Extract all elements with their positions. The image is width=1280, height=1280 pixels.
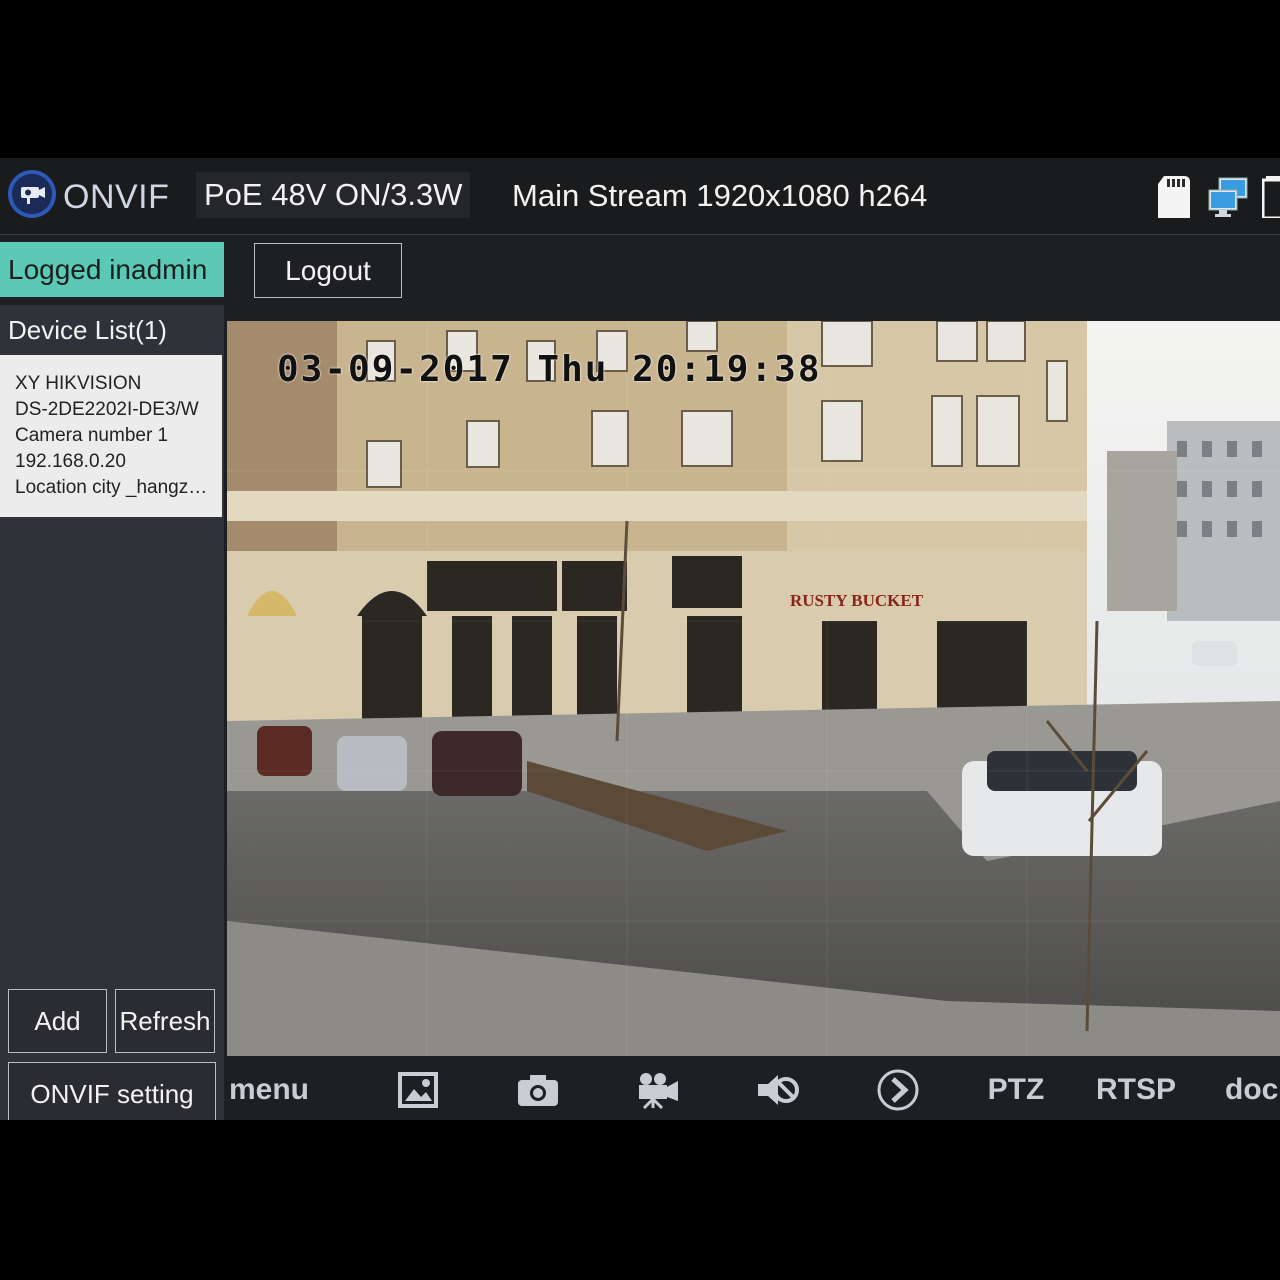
image-icon	[398, 1071, 438, 1108]
ptz-button[interactable]: PTZ	[983, 1059, 1049, 1120]
camera-video-feed[interactable]: RUSTY BUCKET 03-09-2017 Thu 20:19:38	[227, 321, 1280, 1056]
refresh-button[interactable]: Refresh	[115, 989, 215, 1053]
osd-timestamp: 03-09-2017 Thu 20:19:38	[277, 349, 822, 390]
device-ip: 192.168.0.20	[15, 451, 126, 472]
doc-button[interactable]: doc	[1225, 1059, 1280, 1120]
device-list-item[interactable]: XY HIKVISION DS-2DE2202I-DE3/W Camera nu…	[0, 355, 222, 517]
device-model: DS-2DE2202I-DE3/W	[15, 399, 199, 420]
image-button[interactable]	[393, 1059, 443, 1120]
network-icon[interactable]	[1207, 176, 1249, 218]
menu-button[interactable]: menu	[227, 1059, 311, 1120]
add-device-button[interactable]: Add	[8, 989, 107, 1053]
record-button[interactable]	[633, 1059, 683, 1120]
device-list-title: Device List(1)	[8, 315, 167, 345]
mute-icon	[758, 1074, 799, 1105]
device-camera-number: Camera number 1	[15, 425, 169, 446]
rusty-bucket-sign: RUSTY BUCKET	[790, 591, 924, 610]
poe-status: PoE 48V ON/3.3W	[196, 172, 471, 218]
app-name: ONVIF	[63, 178, 170, 216]
rtsp-button[interactable]: RTSP	[1096, 1059, 1177, 1120]
play-button[interactable]	[873, 1059, 923, 1120]
bottom-toolbar: menu PTZ RTSP doc	[227, 1059, 1280, 1120]
device-manufacturer: XY HIKVISION	[15, 373, 142, 394]
ptz-label: PTZ	[987, 1072, 1045, 1106]
menu-label: menu	[228, 1072, 309, 1106]
audio-button[interactable]	[753, 1059, 803, 1120]
sidebar: Device List(1) XY HIKVISION DS-2DE2202I-…	[0, 305, 224, 1120]
battery-icon	[1262, 176, 1280, 218]
camera-logo-icon	[8, 170, 56, 218]
street-scene-image: RUSTY BUCKET	[227, 321, 1280, 1056]
video-camera-icon	[639, 1072, 678, 1109]
logged-in-status: Logged inadmin	[0, 242, 224, 297]
top-bar: ONVIF PoE 48V ON/3.3W Main Stream 1920x1…	[0, 158, 1280, 235]
camera-icon	[518, 1074, 558, 1106]
stream-info: Main Stream 1920x1080 h264	[512, 178, 928, 213]
sd-card-icon[interactable]	[1158, 176, 1190, 218]
onvif-setting-button[interactable]: ONVIF setting	[8, 1062, 216, 1120]
device-location: Location city _hangzhou	[15, 477, 216, 498]
rtsp-label: RTSP	[1096, 1072, 1177, 1106]
play-circle-icon	[877, 1069, 919, 1110]
logout-button[interactable]: Logout	[254, 243, 402, 298]
doc-label: doc	[1225, 1072, 1279, 1106]
snapshot-button[interactable]	[513, 1059, 563, 1120]
onvif-tester-window: ONVIF PoE 48V ON/3.3W Main Stream 1920x1…	[0, 158, 1280, 1120]
